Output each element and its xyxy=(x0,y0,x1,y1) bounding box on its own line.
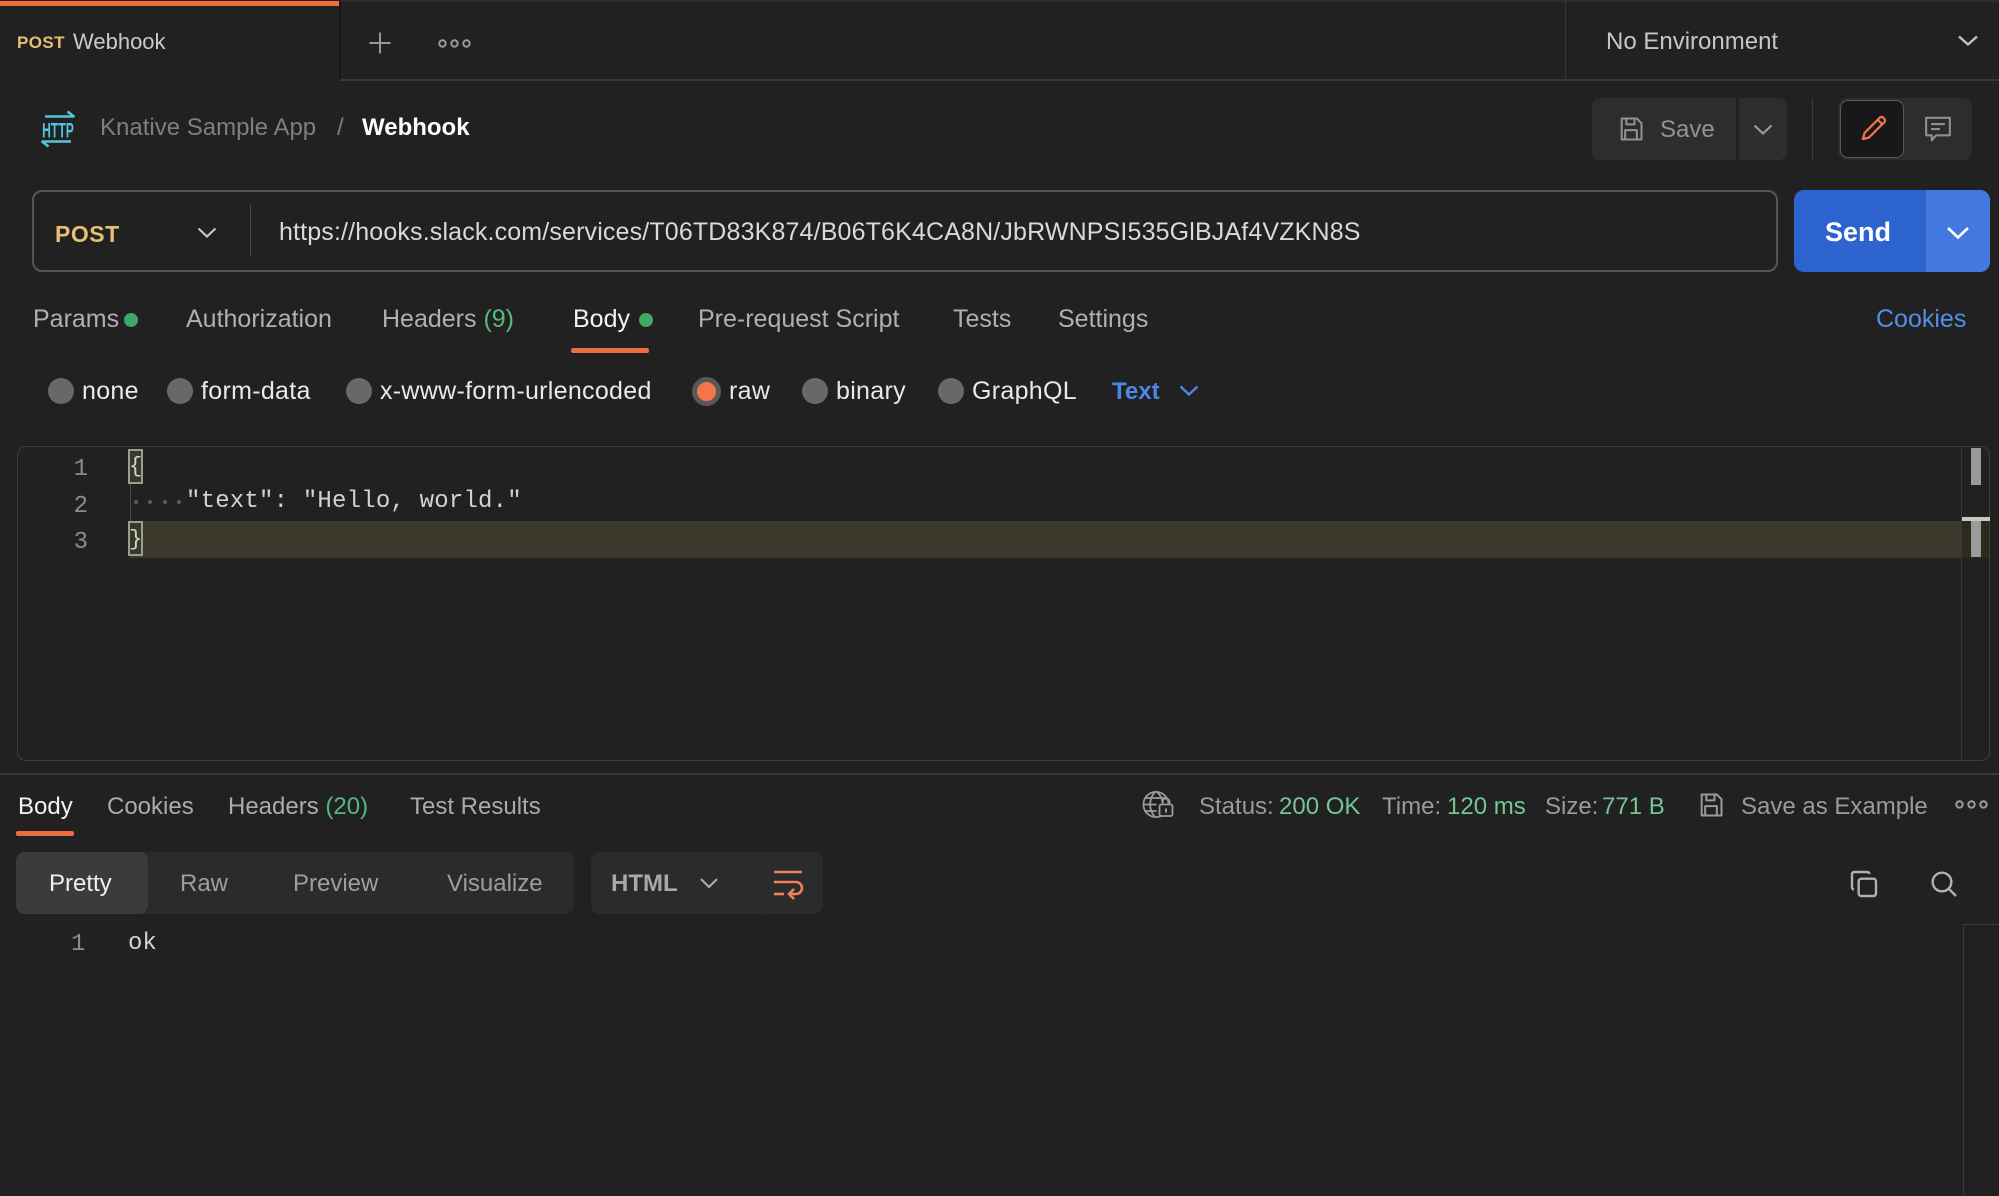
svg-text:HTTP: HTTP xyxy=(42,118,74,142)
